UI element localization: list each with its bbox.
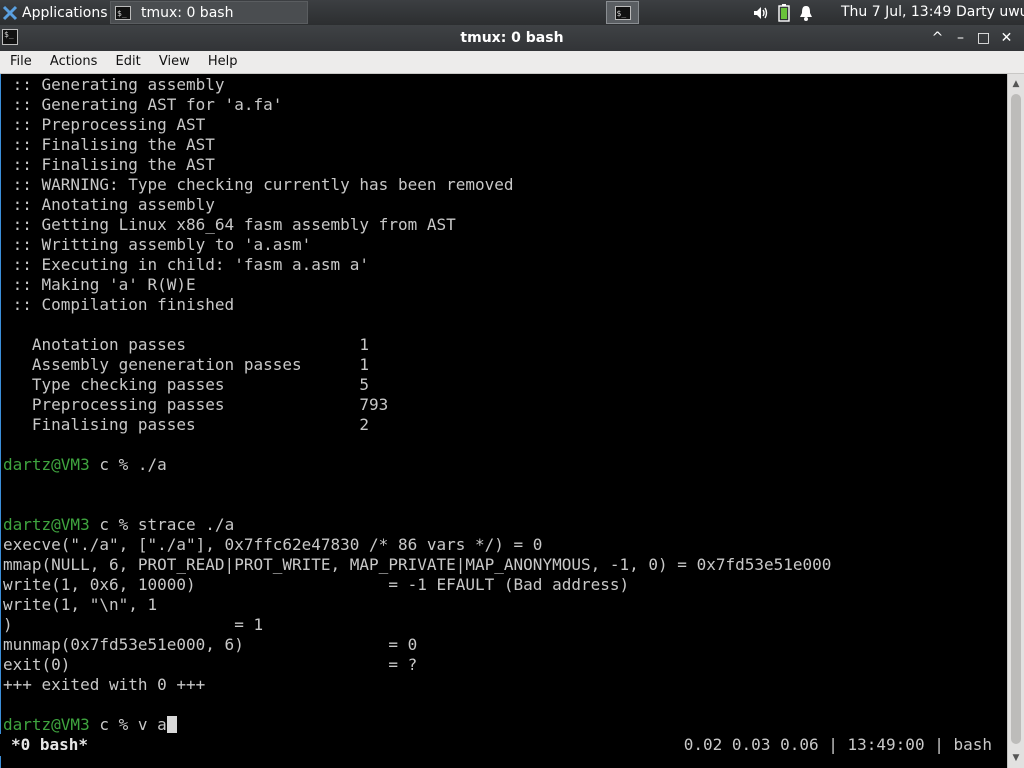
volume-icon[interactable] [752, 5, 770, 21]
prompt-command: c % ./a [89, 455, 167, 474]
terminal-line: :: Making 'a' R(W)E [3, 275, 196, 294]
terminal-line: write(1, 0x6, 10000) = -1 EFAULT (Bad ad… [3, 575, 630, 594]
prompt-line: dartz@VM3 c % ./a [3, 455, 167, 475]
terminal-line: exit(0) = ? [3, 655, 418, 674]
menu-file[interactable]: File [10, 51, 32, 73]
terminal-icon: $_ [115, 5, 131, 20]
prompt-user: dartz@VM3 [3, 455, 90, 474]
taskbar-item-label: tmux: 0 bash [141, 4, 234, 21]
prompt-line: dartz@VM3 c % v a [3, 715, 177, 735]
tmux-window-tab[interactable]: *0 bash* [11, 734, 88, 756]
terminal-line: :: Finalising the AST [3, 155, 215, 174]
terminal-line: +++ exited with 0 +++ [3, 675, 206, 694]
terminal-scrollbar[interactable]: ▲ ▼ [1007, 74, 1024, 768]
menu-edit[interactable]: Edit [116, 51, 141, 73]
tmux-status-right: 0.02 0.03 0.06 | 13:49:00 | bash [683, 735, 992, 754]
window-titlebar[interactable]: $_ tmux: 0 bash ^ – □ ✕ [0, 25, 1024, 51]
terminal-line: :: Compilation finished [3, 295, 235, 314]
shade-button[interactable]: ^ [926, 30, 949, 46]
prompt-line: dartz@VM3 c % strace ./a [3, 515, 234, 535]
tmux-status-bar: *0 bash* 0.02 0.03 0.06 | 13:49:00 | bas… [0, 734, 1005, 756]
terminal-line: mmap(NULL, 6, PROT_READ|PROT_WRITE, MAP_… [3, 555, 832, 574]
menu-actions[interactable]: Actions [50, 51, 98, 73]
terminal-line: munmap(0x7fd53e51e000, 6) = 0 [3, 635, 418, 654]
user-menu[interactable]: Darty uwu [956, 0, 1024, 25]
pager-terminal-icon: $_ [614, 5, 631, 20]
terminal-line: :: Anotating assembly [3, 195, 215, 214]
window-title: tmux: 0 bash [460, 30, 564, 46]
terminal-line: ) = 1 [3, 615, 264, 634]
menu-view[interactable]: View [159, 51, 190, 73]
system-tray [752, 0, 822, 25]
terminal-line: Anotation passes 1 [3, 335, 370, 354]
scroll-up-arrow-icon[interactable]: ▲ [1008, 76, 1024, 92]
prompt-user: dartz@VM3 [3, 515, 90, 534]
terminal-line: execve("./a", ["./a"], 0x7ffc62e47830 /*… [3, 535, 543, 554]
terminal-line: :: Preprocessing AST [3, 115, 206, 134]
close-button[interactable]: ✕ [995, 30, 1018, 46]
prompt-command: c % v a [89, 715, 167, 734]
maximize-button[interactable]: □ [972, 30, 995, 46]
prompt-user: dartz@VM3 [3, 715, 90, 734]
clock[interactable]: Thu 7 Jul, 13:49 [841, 0, 951, 25]
window-controls: ^ – □ ✕ [926, 25, 1018, 51]
prompt-command: c % strace ./a [89, 515, 235, 534]
battery-icon[interactable] [778, 3, 790, 22]
minimize-button[interactable]: – [949, 30, 972, 46]
terminal-line: Preprocessing passes 793 [3, 395, 389, 414]
applications-menu[interactable]: Applications [2, 0, 108, 25]
terminal-line: Assembly geneneration passes 1 [3, 355, 370, 374]
terminal-cursor [166, 716, 177, 733]
applications-label: Applications [22, 4, 108, 21]
terminal-line: :: Executing in child: 'fasm a.asm a' [3, 255, 370, 274]
menubar: File Actions Edit View Help [0, 51, 1024, 74]
top-panel: Applications $_ tmux: 0 bash $_ Thu 7 Ju… [0, 0, 1024, 25]
terminal-line: :: Generating assembly [3, 75, 225, 94]
terminal-line: :: Getting Linux x86_64 fasm assembly fr… [3, 215, 456, 234]
terminal-line: :: Finalising the AST [3, 135, 215, 154]
taskbar-item-tmux[interactable]: $_ tmux: 0 bash [110, 1, 308, 24]
xfce-logo-icon [2, 5, 18, 20]
terminal-line: write(1, "\n", 1 [3, 595, 158, 614]
bell-icon[interactable] [798, 5, 814, 21]
terminal-area[interactable]: :: Generating assembly :: Generating AST… [0, 74, 1007, 768]
terminal-line: Finalising passes 2 [3, 415, 370, 434]
terminal-line: Type checking passes 5 [3, 375, 370, 394]
terminal-line: :: Writting assembly to 'a.asm' [3, 235, 312, 254]
terminal-line: :: Generating AST for 'a.fa' [3, 95, 283, 114]
workspace-pager[interactable]: $_ [606, 1, 639, 24]
menu-help[interactable]: Help [208, 51, 238, 73]
terminal-line: :: WARNING: Type checking currently has … [3, 175, 514, 194]
scroll-down-arrow-icon[interactable]: ▼ [1008, 750, 1024, 766]
scrollbar-thumb[interactable] [1011, 94, 1021, 744]
